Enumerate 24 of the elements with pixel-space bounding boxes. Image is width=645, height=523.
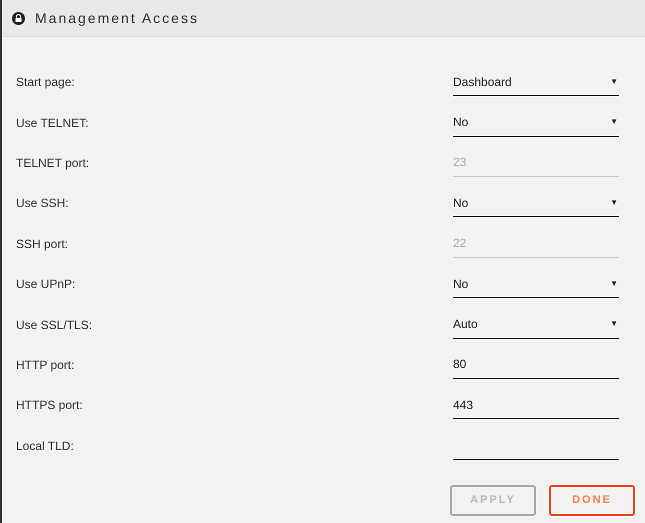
dropdown-field[interactable]: Dashboard ▼ [453, 68, 619, 96]
caret-icon: ▼ [610, 318, 618, 330]
dropdown-field[interactable]: No ▼ [453, 108, 619, 137]
field-label: Use TELNET: [15, 114, 90, 132]
caret-icon: ▼ [610, 116, 618, 128]
window-title: Management Access [35, 8, 199, 28]
caret-icon: ▼ [610, 278, 618, 290]
lock-icon [12, 12, 25, 24]
field-label: Use SSH: [15, 195, 70, 212]
field-label: HTTPS port: [15, 397, 84, 414]
field-label: Use UPnP: [15, 276, 76, 294]
field-label: HTTP port: [15, 356, 76, 374]
dropdown-field[interactable]: Auto ▼ [453, 310, 619, 339]
field-label: Use SSL/TLS: [15, 316, 94, 334]
field-label: Start page: [15, 74, 76, 92]
input-field[interactable]: 443 [453, 391, 619, 420]
field-label: Local TLD: [15, 438, 75, 455]
dropdown-field[interactable]: No ▼ [453, 189, 619, 218]
field-label: SSH port: [15, 236, 70, 253]
caret-icon: ▼ [610, 76, 618, 88]
input-field[interactable]: 80 [453, 350, 619, 379]
dropdown-field[interactable]: No ▼ [453, 270, 619, 298]
caret-icon: ▼ [610, 196, 618, 209]
field-label: TELNET port: [15, 154, 90, 172]
